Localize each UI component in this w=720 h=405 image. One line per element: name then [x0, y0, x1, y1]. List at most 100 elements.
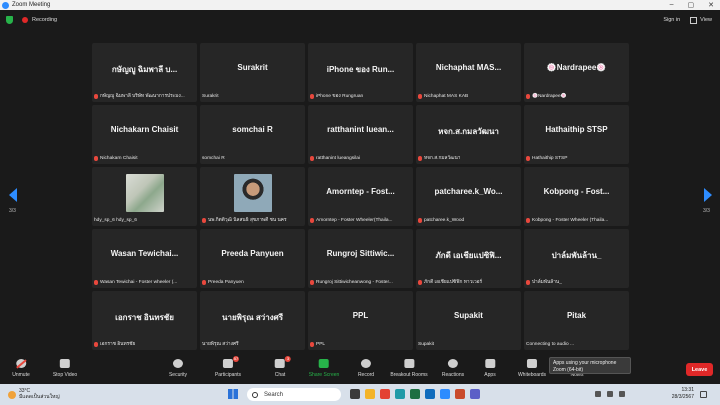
participant-tile[interactable]: ratthanint luean... ratthanint lueangsila… — [308, 105, 413, 164]
participant-tile[interactable]: Pitak Connecting to audio ... — [524, 291, 629, 350]
muted-mic-icon — [310, 217, 314, 223]
participant-tile[interactable]: นายพิรุณ สว่างศรี นายพิรุณ สว่างศรี — [200, 291, 305, 350]
clock-date: 28/3/2567 — [671, 394, 694, 400]
windows-start-icon[interactable] — [228, 389, 238, 399]
speaker-icon[interactable] — [607, 391, 613, 397]
participant-display-name: patcharee.k_Wo... — [434, 187, 503, 196]
participant-name-label: หจก.ส.กมลวัฒนา — [418, 154, 519, 162]
participant-tile[interactable]: Nichakarn Chaisit Nichakarn Chaisit — [92, 105, 197, 164]
participant-tile[interactable]: Amorntep - Fost... Amorntep - Foster Whee… — [308, 167, 413, 226]
participant-name-text: นพ.กิตติวุฒิ นิลสนธิ สุขภาพดี ชน นคร — [208, 218, 287, 223]
participants-button[interactable]: 57 Participants — [215, 356, 241, 378]
chrome-icon[interactable] — [380, 389, 390, 399]
taskbar-search-box[interactable]: Search — [247, 388, 341, 401]
participant-name-label: Connecting to audio ... — [526, 340, 627, 348]
stop-video-button[interactable]: Stop Video — [53, 359, 77, 378]
participant-name-label: PPL — [310, 340, 411, 348]
muted-mic-icon — [310, 279, 314, 285]
participant-tile[interactable]: Surakrit Surakrit — [200, 43, 305, 102]
participant-name-label: ปาล์มพันล้าน_ — [526, 278, 627, 286]
apps-button[interactable]: Apps — [484, 359, 496, 378]
participant-tile[interactable]: 🍥Nardrapee🍥 🍥Nardrapee🍥 — [524, 43, 629, 102]
sign-in-link[interactable]: Sign in — [663, 17, 680, 23]
participant-tile[interactable]: Kobpong - Fost... Kobpong - Foster Wheele… — [524, 167, 629, 226]
wifi-icon[interactable] — [595, 391, 601, 397]
next-page-arrow-icon[interactable] — [704, 188, 712, 202]
recording-label[interactable]: Recording — [32, 17, 57, 23]
window-controls: – ▢ ✕ — [670, 1, 720, 9]
participants-icon: 57 — [223, 356, 239, 368]
participant-display-name: iPhone ของ Run... — [326, 65, 395, 74]
participant-tile[interactable]: patcharee.k_Wo... patcharee.k_Wood — [416, 167, 521, 226]
microphone-usage-tooltip: Apps using your microphone Zoom (64-bit) — [549, 357, 631, 374]
whiteboards-button[interactable]: Whiteboards — [518, 359, 546, 378]
unmute-button[interactable]: Unmute — [12, 359, 30, 378]
edge-icon[interactable] — [395, 389, 405, 399]
participant-name-text: 🍥Nardrapee🍥 — [532, 93, 567, 99]
participant-tile[interactable]: Hathaithip STSP Hathaithip STSP — [524, 105, 629, 164]
gallery-grid: กษัญญู ฉิมพาลี บ... กษัญญู ฉิมพาลี บริษัท… — [92, 43, 630, 351]
participant-tile[interactable]: somchai R somchai R — [200, 105, 305, 164]
outlook-icon[interactable] — [425, 389, 435, 399]
participant-name-label: นายพิรุณ สว่างศรี — [202, 340, 303, 348]
participant-name-label: 🍥Nardrapee🍥 — [526, 92, 627, 100]
participants-count: 57 — [233, 356, 239, 362]
muted-mic-icon — [418, 93, 422, 99]
participant-name-label: somchai R — [202, 154, 303, 162]
previous-page-arrow-icon[interactable] — [9, 188, 17, 202]
share-screen-label: Share Screen — [308, 372, 340, 378]
participant-tile[interactable]: iPhone ของ Run... iPhone ของ Rungruan — [308, 43, 413, 102]
excel-icon[interactable] — [410, 389, 420, 399]
zoom-logo-icon — [2, 1, 9, 9]
participant-tile[interactable]: กษัญญู ฉิมพาลี บ... กษัญญู ฉิมพาลี บริษัท… — [92, 43, 197, 102]
teams-icon[interactable] — [470, 389, 480, 399]
participant-name-text: Rungroj Sittiwicheanwong - Foster... — [316, 279, 393, 285]
leave-button[interactable]: Leave — [686, 363, 713, 376]
weather-desc: มีแดดเป็นส่วนใหญ่ — [19, 393, 60, 400]
participant-name-text: ภักดี เอเชียแปซิฟิก ทาวเวอร์ — [424, 280, 483, 285]
file-explorer-icon[interactable] — [365, 389, 375, 399]
participant-tile[interactable]: Nichaphat MAS... Nichaphat MAS KAB — [416, 43, 521, 102]
maximize-button[interactable]: ▢ — [688, 1, 695, 9]
minimize-button[interactable]: – — [670, 1, 674, 9]
participant-name-text: Hathaithip STSP — [532, 155, 568, 161]
view-button[interactable]: View — [690, 16, 712, 24]
security-shield-icon[interactable] — [6, 16, 13, 24]
video-camera-icon — [60, 359, 70, 368]
participant-tile[interactable]: นพ.กิตติวุฒิ นิลสนธิ สุขภาพดี ชน นคร — [200, 167, 305, 226]
share-screen-button[interactable]: Share Screen — [308, 359, 340, 378]
record-button[interactable]: Record — [358, 359, 374, 378]
search-icon — [252, 391, 258, 398]
participant-tile[interactable]: hdy_sp_6 hdy_sp_6 — [92, 167, 197, 226]
breakout-rooms-icon — [404, 359, 414, 368]
taskbar-clock[interactable]: 13:31 28/3/2567 — [664, 387, 694, 401]
notification-icon[interactable] — [700, 391, 707, 398]
battery-icon[interactable] — [619, 391, 625, 397]
shield-icon — [173, 359, 183, 368]
breakout-rooms-button[interactable]: Breakout Rooms — [390, 359, 428, 378]
weather-widget[interactable]: 33°C มีแดดเป็นส่วนใหญ่ — [0, 388, 60, 400]
participant-tile[interactable]: เอกราช อินทรชัย เอกราช อินทรชัย — [92, 291, 197, 350]
security-button[interactable]: Security — [169, 359, 187, 378]
muted-mic-icon — [202, 279, 206, 285]
chat-button[interactable]: 3 Chat — [275, 356, 291, 378]
participant-tile[interactable]: Rungroj Sittiwic... Rungroj Sittiwicheanw… — [308, 229, 413, 288]
participant-name-label: Nichaphat MAS KAB — [418, 92, 519, 100]
participant-tile[interactable]: ภักดี เอเชียแปซิฟิ... ภักดี เอเชียแปซิฟิก… — [416, 229, 521, 288]
participant-tile[interactable]: Preeda Panyuen Preeda Panyuen — [200, 229, 305, 288]
participant-tile[interactable]: Supakit Supakit — [416, 291, 521, 350]
participant-display-name: Hathaithip STSP — [545, 125, 608, 134]
task-view-icon[interactable] — [350, 389, 360, 399]
participant-tile[interactable]: PPL PPL — [308, 291, 413, 350]
reactions-button[interactable]: Reactions — [442, 359, 464, 378]
participant-name-text: Kobpong - Foster Wheeler (Thaila... — [532, 217, 609, 223]
participant-tile[interactable]: ปาล์มพันล้าน_ ปาล์มพันล้าน_ — [524, 229, 629, 288]
zoom-taskbar-icon[interactable] — [440, 389, 450, 399]
powerpoint-icon[interactable] — [455, 389, 465, 399]
participant-tile[interactable]: หจก.ส.กมลวัฒนา หจก.ส.กมลวัฒนา — [416, 105, 521, 164]
participant-tile[interactable]: Wasan Tewichai... Wasan Tewichai - Foster… — [92, 229, 197, 288]
sun-icon — [8, 390, 16, 399]
close-button[interactable]: ✕ — [708, 1, 714, 9]
participant-display-name: somchai R — [232, 125, 273, 134]
taskbar-apps — [350, 389, 480, 399]
